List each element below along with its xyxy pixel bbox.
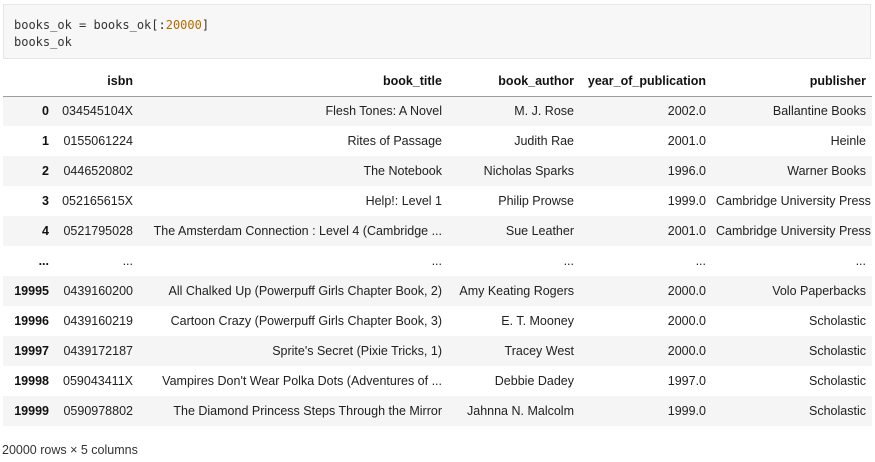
table-row: .................. xyxy=(3,246,872,276)
cell-isbn: 0590978802 xyxy=(63,404,133,418)
cell-publisher: Warner Books xyxy=(787,164,866,178)
cell-publisher: Volo Paperbacks xyxy=(772,284,866,298)
cell-publisher: Ballantine Books xyxy=(772,104,866,119)
table-row: 19997 0439172187 Sprite's Secret (Pixie Tr… xyxy=(3,336,872,366)
code-number: 20000 xyxy=(165,18,202,32)
cell-book_author: Debbie Dadey xyxy=(494,374,574,388)
table-row: 19996 0439160219 Cartoon Crazy (Powerpuff … xyxy=(3,306,872,336)
cell-publisher: ... xyxy=(855,254,866,268)
code-obj: books_ok xyxy=(93,18,152,32)
header-row: isbn book_title book_author year_of_publica… xyxy=(3,66,872,97)
cell-year_of_publication: 1999.0 xyxy=(667,194,706,208)
cell-book_title: Help!: Level 1 xyxy=(365,194,442,208)
cell-isbn: 0439160219 xyxy=(63,314,133,328)
cell-isbn: 0446520802 xyxy=(63,164,133,178)
cell-book_title: The Amsterdam Connection : Level 4 (Camb… xyxy=(153,224,442,238)
table-body: 0 034545104X Flesh Tones: A Novel M. J. Ros… xyxy=(3,96,872,426)
row-index: 19999 xyxy=(14,404,49,418)
table-header: isbn book_title book_author year_of_publica… xyxy=(3,66,872,97)
cell-year_of_publication: 1997.0 xyxy=(667,374,706,388)
cell-isbn: 0155061224 xyxy=(63,134,133,148)
row-index: 1 xyxy=(42,134,49,148)
cell-isbn: 0439172187 xyxy=(63,344,133,358)
cell-year_of_publication: 2000.0 xyxy=(667,314,706,328)
table-row: 19995 0439160200 All Chalked Up (Powerpuff… xyxy=(3,276,872,306)
cell-book_title: Rites of Passage xyxy=(347,134,443,148)
cell-book_author: Sue Leather xyxy=(505,224,574,238)
cell-book_title: ... xyxy=(431,254,442,268)
cell-book_author: Jahnna N. Malcolm xyxy=(467,404,574,418)
index-header xyxy=(3,66,55,97)
cell-year_of_publication: 2001.0 xyxy=(667,134,706,148)
cell-isbn: 034545104X xyxy=(62,104,133,119)
cell-year_of_publication: 2002.0 xyxy=(667,104,706,119)
code-editor[interactable]: books_ok = books_ok[:20000] books_ok xyxy=(14,17,209,51)
table-row: 0 034545104X Flesh Tones: A Novel M. J. Ros… xyxy=(3,96,872,126)
cell-publisher: Scholastic xyxy=(809,404,866,418)
cell-book_title: Flesh Tones: A Novel xyxy=(325,104,442,119)
cell-publisher: Cambridge University Press xyxy=(716,224,871,238)
row-index: 4 xyxy=(42,224,49,238)
cell-book_author: Tracey West xyxy=(504,344,574,358)
cell-year_of_publication: 2000.0 xyxy=(667,344,706,358)
cell-publisher: Cambridge University Press xyxy=(716,194,871,208)
row-index: 0 xyxy=(42,104,49,119)
cell-year_of_publication: 2001.0 xyxy=(667,224,706,238)
row-index: 19997 xyxy=(14,344,49,358)
table-row: 19999 0590978802 The Diamond Princess Step… xyxy=(3,396,872,426)
cell-book_title: The Diamond Princess Steps Through the M… xyxy=(173,404,442,418)
code-slice-open: [: xyxy=(151,18,166,32)
column-header-book_author: book_author xyxy=(448,66,580,97)
row-index: 19996 xyxy=(14,314,49,328)
column-header-isbn: isbn xyxy=(55,66,139,97)
dataframe-shape: 20000 rows × 5 columns xyxy=(2,443,138,457)
cell-year_of_publication: 1996.0 xyxy=(667,164,706,178)
table-row: 1 0155061224 Rites of Passage Judith Rae 200… xyxy=(3,126,872,156)
cell-isbn: ... xyxy=(122,254,133,268)
code-cell-input[interactable]: books_ok = books_ok[:20000] books_ok xyxy=(3,4,871,59)
cell-year_of_publication: 1999.0 xyxy=(667,404,706,418)
cell-publisher: Scholastic xyxy=(809,314,866,328)
dataframe-table: isbn book_title book_author year_of_publica… xyxy=(3,66,872,426)
cell-book_title: Cartoon Crazy (Powerpuff Girls Chapter B… xyxy=(170,314,442,328)
cell-isbn: 059043411X xyxy=(63,374,133,388)
column-header-book_title: book_title xyxy=(139,66,448,97)
row-index: ... xyxy=(38,254,49,268)
cell-publisher: Scholastic xyxy=(809,374,866,388)
cell-book_title: All Chalked Up (Powerpuff Girls Chapter … xyxy=(168,284,443,298)
code-var: books_ok xyxy=(14,18,72,32)
column-header-publisher: publisher xyxy=(712,66,872,97)
cell-publisher: Heinle xyxy=(830,134,866,148)
row-index: 19995 xyxy=(14,284,49,298)
code-assign: = xyxy=(71,18,94,32)
code-slice-close: ] xyxy=(201,18,210,32)
cell-isbn: 052165615X xyxy=(62,194,133,208)
table-row: 3 052165615X Help!: Level 1 Philip Prowse 19… xyxy=(3,186,872,216)
column-header-year_of_publication: year_of_publication xyxy=(580,66,712,97)
table-row: 19998 059043411X Vampires Don't Wear Polka… xyxy=(3,366,872,396)
cell-book_author: Nicholas Sparks xyxy=(483,164,574,178)
cell-year_of_publication: 2000.0 xyxy=(667,284,706,298)
table-row: 2 0446520802 The Notebook Nicholas Sparks 19… xyxy=(3,156,872,186)
cell-book_title: Sprite's Secret (Pixie Tricks, 1) xyxy=(272,344,442,358)
cell-book_title: The Notebook xyxy=(363,164,442,178)
cell-isbn: 0521795028 xyxy=(63,224,133,238)
row-index: 19998 xyxy=(14,374,49,388)
row-index: 3 xyxy=(42,194,49,208)
cell-book_title: Vampires Don't Wear Polka Dots (Adventur… xyxy=(162,374,442,388)
code-line-2: books_ok xyxy=(14,35,72,49)
cell-book_author: M. J. Rose xyxy=(514,104,574,119)
cell-isbn: 0439160200 xyxy=(63,284,133,298)
row-index: 2 xyxy=(42,164,49,178)
cell-book_author: Judith Rae xyxy=(514,134,574,148)
cell-publisher: Scholastic xyxy=(809,344,866,358)
cell-book_author: E. T. Mooney xyxy=(501,314,574,328)
table-row: 4 0521795028 The Amsterdam Connection : Le… xyxy=(3,216,872,246)
cell-book_author: Philip Prowse xyxy=(498,194,574,208)
cell-book_author: ... xyxy=(563,254,574,268)
cell-book_author: Amy Keating Rogers xyxy=(459,284,574,298)
cell-year_of_publication: ... xyxy=(695,254,706,268)
